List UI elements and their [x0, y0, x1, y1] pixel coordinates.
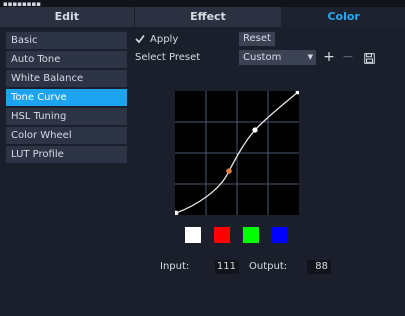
reset-button[interactable]: Reset	[239, 32, 275, 46]
apply-label: Apply	[150, 33, 179, 45]
preset-dropdown-value: Custom	[243, 52, 282, 63]
minus-icon[interactable]: −	[341, 50, 355, 65]
chevron-down-icon: ▼	[307, 53, 313, 61]
tab-bar: Edit Effect Color	[0, 7, 405, 27]
output-value[interactable]: 88	[307, 260, 331, 274]
preset-dropdown[interactable]: Custom ▼	[239, 50, 316, 65]
select-preset-label: Select Preset	[135, 52, 201, 63]
input-value[interactable]: 111	[215, 260, 239, 274]
sidebar: Basic Auto Tone White Balance Tone Curve…	[6, 32, 127, 165]
input-label: Input:	[160, 261, 190, 272]
sidebar-item-color-wheel[interactable]: Color Wheel	[6, 127, 127, 144]
plus-icon[interactable]: +	[322, 50, 336, 65]
curve-point-mid	[252, 127, 258, 133]
curve-point-start	[175, 210, 179, 215]
title-strip: ▪▪▪▪▪▪▪▪	[0, 0, 405, 8]
sidebar-item-auto-tone[interactable]: Auto Tone	[6, 51, 127, 68]
sidebar-item-tone-curve[interactable]: Tone Curve	[6, 89, 127, 106]
channel-white-swatch[interactable]	[185, 227, 201, 243]
apply-checkbox[interactable]	[135, 34, 145, 44]
sidebar-item-white-balance[interactable]: White Balance	[6, 70, 127, 87]
sidebar-item-lut-profile[interactable]: LUT Profile	[6, 146, 127, 163]
channel-blue-swatch[interactable]	[272, 227, 288, 243]
sidebar-item-basic[interactable]: Basic	[6, 32, 127, 49]
tone-curve-graph[interactable]	[175, 91, 299, 215]
tab-effect[interactable]: Effect	[133, 7, 282, 27]
channel-red-swatch[interactable]	[214, 227, 230, 243]
apply-row: Apply	[135, 32, 178, 46]
channel-green-swatch[interactable]	[243, 227, 259, 243]
tab-edit[interactable]: Edit	[0, 7, 134, 27]
sidebar-item-hsl-tuning[interactable]: HSL Tuning	[6, 108, 127, 125]
curve-point-selected	[226, 168, 232, 174]
curve-readouts: Input: 111 Output: 88	[0, 260, 405, 274]
drag-grip-icon[interactable]: ▪▪▪▪▪▪▪▪	[3, 1, 41, 8]
floppy-disk-icon[interactable]	[362, 50, 376, 65]
output-label: Output:	[249, 261, 288, 272]
tab-color[interactable]: Color	[281, 7, 405, 27]
